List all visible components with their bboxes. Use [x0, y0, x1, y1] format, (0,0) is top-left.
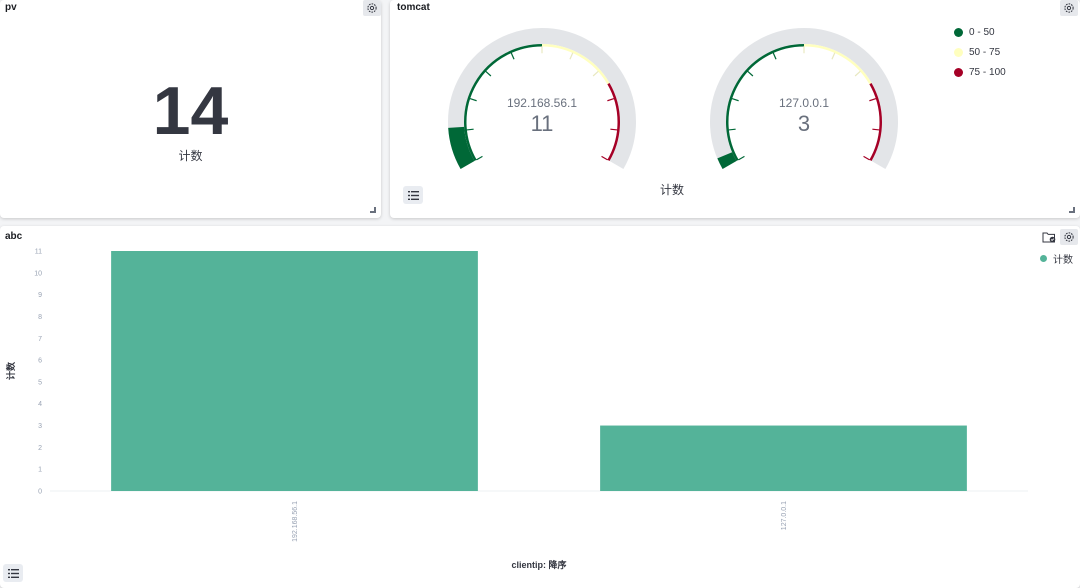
y-tick-label: 0	[38, 489, 42, 496]
y-tick-label: 9	[38, 292, 42, 299]
legend-dot	[954, 48, 963, 57]
y-tick-label: 1	[38, 467, 42, 474]
legend-dot	[954, 28, 963, 37]
list-icon	[7, 568, 19, 578]
y-tick-label: 6	[38, 358, 42, 365]
tomcat-panel: tomcat 192.168.56.1 11 127.0.0.1 3 计数 0 …	[390, 0, 1080, 218]
bar-1	[600, 425, 967, 491]
panel-options-button[interactable]	[363, 0, 381, 16]
gear-icon	[367, 3, 377, 13]
bar-0	[111, 251, 478, 491]
legend-item-75-100[interactable]: 75 - 100	[954, 67, 1006, 78]
gauge-tick	[869, 98, 877, 102]
gauge-tick	[872, 128, 880, 131]
gauge-value: 11	[531, 111, 554, 136]
legend-toggle-button[interactable]	[403, 186, 423, 204]
legend-toggle-button[interactable]	[3, 564, 23, 582]
gauge-name: 127.0.0.1	[779, 96, 829, 110]
gauge-tick	[569, 52, 574, 60]
y-tick-label: 2	[38, 445, 42, 452]
legend-dot	[954, 68, 963, 77]
resize-handle-icon[interactable]	[1069, 207, 1075, 213]
gauge-tick	[485, 70, 492, 77]
gauge-tick	[610, 128, 618, 131]
gauge-tick	[772, 52, 777, 60]
y-tick-label: 8	[38, 314, 42, 321]
legend-item-50-75[interactable]: 50 - 75	[954, 47, 1000, 58]
y-tick-label: 10	[34, 270, 42, 277]
metric-label: 计数	[178, 149, 203, 163]
gauge-tick	[476, 155, 483, 161]
panel-title: pv	[5, 2, 17, 13]
metric-value: 14	[152, 73, 229, 149]
x-axis-label: clientip: 降序	[511, 559, 566, 570]
gauge-tick	[607, 98, 615, 102]
legend-item-0-50[interactable]: 0 - 50	[954, 27, 995, 38]
gauge-tick	[731, 98, 739, 102]
legend-label: 75 - 100	[969, 67, 1006, 78]
gauge-tick	[747, 70, 754, 77]
legend-label: 50 - 75	[969, 47, 1001, 58]
gauge-tick	[728, 128, 736, 131]
gauge-127-0-0-1: 127.0.0.1 3	[710, 28, 898, 169]
x-axis: 192.168.56.1 127.0.0.1	[292, 501, 788, 542]
gauge-192-168-56-1: 192.168.56.1 11	[448, 28, 636, 169]
bar-chart: 01234567891011 192.168.56.1 127.0.0.1 计数 …	[5, 249, 1028, 570]
x-tick-label: 127.0.0.1	[781, 501, 788, 530]
gauge-tick	[466, 128, 474, 131]
gauge-value-arc	[717, 152, 737, 169]
legend-label: 0 - 50	[969, 27, 995, 38]
gauge-tick	[592, 70, 599, 77]
gauge-tick	[510, 52, 515, 60]
pv-panel: pv 14 计数	[0, 0, 381, 218]
gauge-tick	[601, 155, 608, 161]
list-icon	[407, 190, 419, 200]
gauge-name: 192.168.56.1	[507, 96, 577, 110]
resize-handle-icon[interactable]	[370, 207, 376, 213]
gauge-tick	[863, 155, 870, 161]
y-axis-label: 计数	[5, 361, 16, 380]
gauge-tick	[738, 155, 745, 161]
abc-panel: abc 计数 0 1 2 3 4 5 6 7 8 9 10 11 192.168.56.1 127.0.…	[0, 226, 1080, 588]
gauge-axis-label: 计数	[660, 182, 684, 197]
bars	[111, 251, 967, 491]
gauge-tick	[469, 98, 477, 102]
gauge-value: 3	[798, 111, 810, 136]
y-tick-label: 3	[38, 423, 42, 430]
y-tick-label: 11	[35, 249, 42, 256]
y-tick-label: 5	[38, 379, 42, 386]
y-tick-label: 7	[38, 336, 42, 343]
gauge-tick	[854, 70, 861, 77]
y-tick-label: 4	[38, 401, 42, 408]
x-tick-label: 192.168.56.1	[292, 501, 299, 542]
gauge-tick	[831, 52, 836, 60]
